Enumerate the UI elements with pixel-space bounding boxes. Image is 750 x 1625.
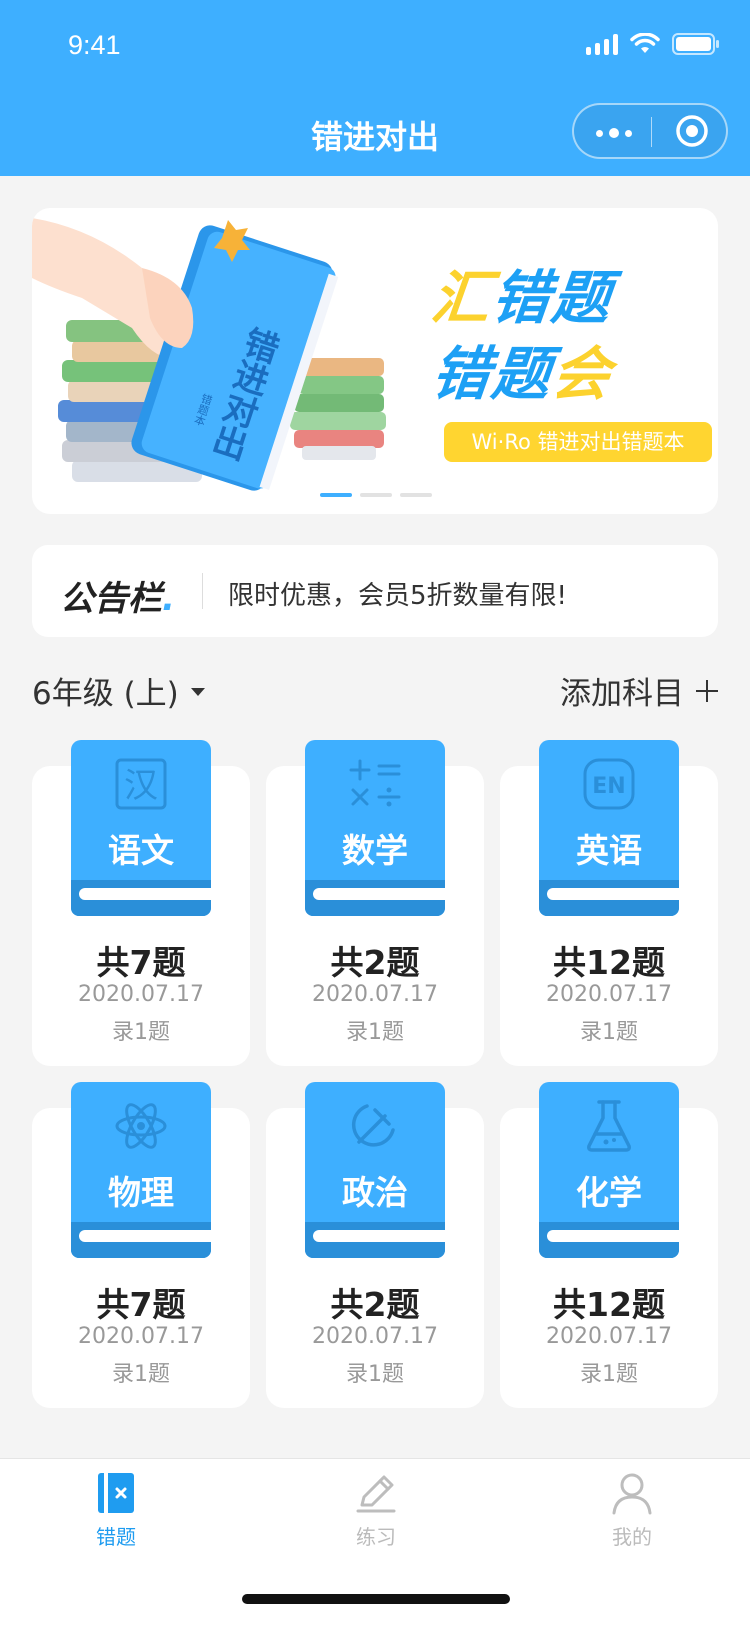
question-count: 共7题 <box>96 943 186 982</box>
subject-book: 汉 语文 <box>71 740 211 916</box>
subject-name: 数学 <box>342 831 408 870</box>
notice-divider <box>202 573 203 609</box>
banner-illustration: 错进对出 错题本 <box>32 218 386 491</box>
carousel-dot[interactable] <box>400 493 432 497</box>
last-date: 2020.07.17 <box>78 1324 204 1349</box>
notice-board[interactable]: 公告栏. 限时优惠，会员5折数量有限! <box>32 545 718 637</box>
status-icons <box>586 32 720 56</box>
subject-book: EN 英语 <box>539 740 679 916</box>
subject-name: 化学 <box>576 1173 642 1212</box>
atom-icon <box>115 1103 167 1149</box>
carousel-indicators[interactable] <box>320 493 432 497</box>
capsule-divider <box>651 117 652 147</box>
english-en-icon: EN <box>583 758 635 810</box>
subject-card-physics[interactable]: 物理 共7题 2020.07.17 录1题 <box>32 1082 250 1408</box>
question-count: 共7题 <box>96 1285 186 1324</box>
carousel-dot-active[interactable] <box>320 493 352 497</box>
recorded-count: 录1题 <box>112 1020 170 1045</box>
recorded-count: 录1题 <box>580 1362 638 1387</box>
cellular-signal-icon <box>586 33 618 55</box>
last-date: 2020.07.17 <box>312 982 438 1007</box>
navigation-bar: 9:41 错进对出 <box>0 0 750 176</box>
question-count: 共2题 <box>330 1285 420 1324</box>
hammer-sickle-icon <box>351 1104 395 1147</box>
add-subject-button[interactable]: 添加科目 <box>560 668 718 713</box>
svg-text:EN: EN <box>592 774 625 799</box>
question-count: 共2题 <box>330 943 420 982</box>
chinese-character-icon: 汉 <box>115 758 167 810</box>
banner-slogan: 汇错题 错题会 <box>428 260 718 412</box>
subject-book: 物理 <box>71 1082 211 1258</box>
tab-wrong-questions[interactable]: 错题 <box>56 1471 176 1561</box>
notice-logo: 公告栏. <box>60 579 175 619</box>
subject-card-chemistry[interactable]: 化学 共12题 2020.07.17 录1题 <box>500 1082 718 1408</box>
mini-program-capsule <box>572 103 728 159</box>
home-indicator <box>242 1594 510 1604</box>
last-date: 2020.07.17 <box>312 1324 438 1349</box>
subject-name: 政治 <box>342 1173 408 1212</box>
promo-banner[interactable]: 错进对出 错题本 汇错题 错题会 Wi·Ro 错进对出错题本 <box>32 208 718 514</box>
last-date: 2020.07.17 <box>546 982 672 1007</box>
math-operators-icon <box>349 759 401 807</box>
slogan-line-2: 错题会 <box>428 340 616 408</box>
tab-practice[interactable]: 练习 <box>316 1471 436 1561</box>
subject-card-politics[interactable]: 政治 共2题 2020.07.17 录1题 <box>266 1082 484 1408</box>
close-target-icon[interactable] <box>674 113 710 149</box>
user-icon <box>612 1473 652 1515</box>
carousel-dot[interactable] <box>360 493 392 497</box>
subject-book: 化学 <box>539 1082 679 1258</box>
recorded-count: 录1题 <box>580 1020 638 1045</box>
subject-card-math[interactable]: 数学 共2题 2020.07.17 录1题 <box>266 740 484 1066</box>
status-time: 9:41 <box>68 30 121 60</box>
battery-icon <box>672 33 719 55</box>
subject-book: 政治 <box>305 1082 445 1258</box>
question-count: 共12题 <box>553 943 665 982</box>
subject-book: 数学 <box>305 740 445 916</box>
question-count: 共12题 <box>553 1285 665 1324</box>
tab-mine[interactable]: 我的 <box>572 1471 692 1561</box>
recorded-count: 录1题 <box>346 1020 404 1045</box>
subject-card-english[interactable]: EN 英语 共12题 2020.07.17 录1题 <box>500 740 718 1066</box>
last-date: 2020.07.17 <box>546 1324 672 1349</box>
notice-text: 限时优惠，会员5折数量有限! <box>228 581 567 611</box>
svg-text:汉: 汉 <box>124 766 158 806</box>
last-date: 2020.07.17 <box>78 982 204 1007</box>
pencil-icon <box>356 1475 396 1513</box>
grade-selector[interactable]: 6年级 (上) <box>32 668 205 713</box>
slogan-line-1: 汇错题 <box>428 264 616 332</box>
wifi-icon <box>630 33 660 53</box>
wrong-book-icon <box>98 1473 134 1513</box>
recorded-count: 录1题 <box>346 1362 404 1387</box>
grade-row: 6年级 (上) 添加科目 <box>32 668 718 712</box>
subject-card-chinese[interactable]: 汉 语文 共7题 2020.07.17 录1题 <box>32 740 250 1066</box>
plus-icon <box>696 679 718 702</box>
recorded-count: 录1题 <box>112 1362 170 1387</box>
subject-name: 物理 <box>108 1173 174 1212</box>
tab-label: 练习 <box>356 1525 396 1549</box>
tab-label: 我的 <box>612 1525 652 1549</box>
subject-name: 语文 <box>108 831 174 870</box>
more-menu-icon[interactable] <box>596 128 632 138</box>
subject-name: 英语 <box>576 831 642 870</box>
banner-tag: Wi·Ro 错进对出错题本 <box>444 422 712 462</box>
tab-label: 错题 <box>96 1525 136 1549</box>
caret-down-icon <box>190 687 205 696</box>
flask-icon <box>587 1100 631 1152</box>
